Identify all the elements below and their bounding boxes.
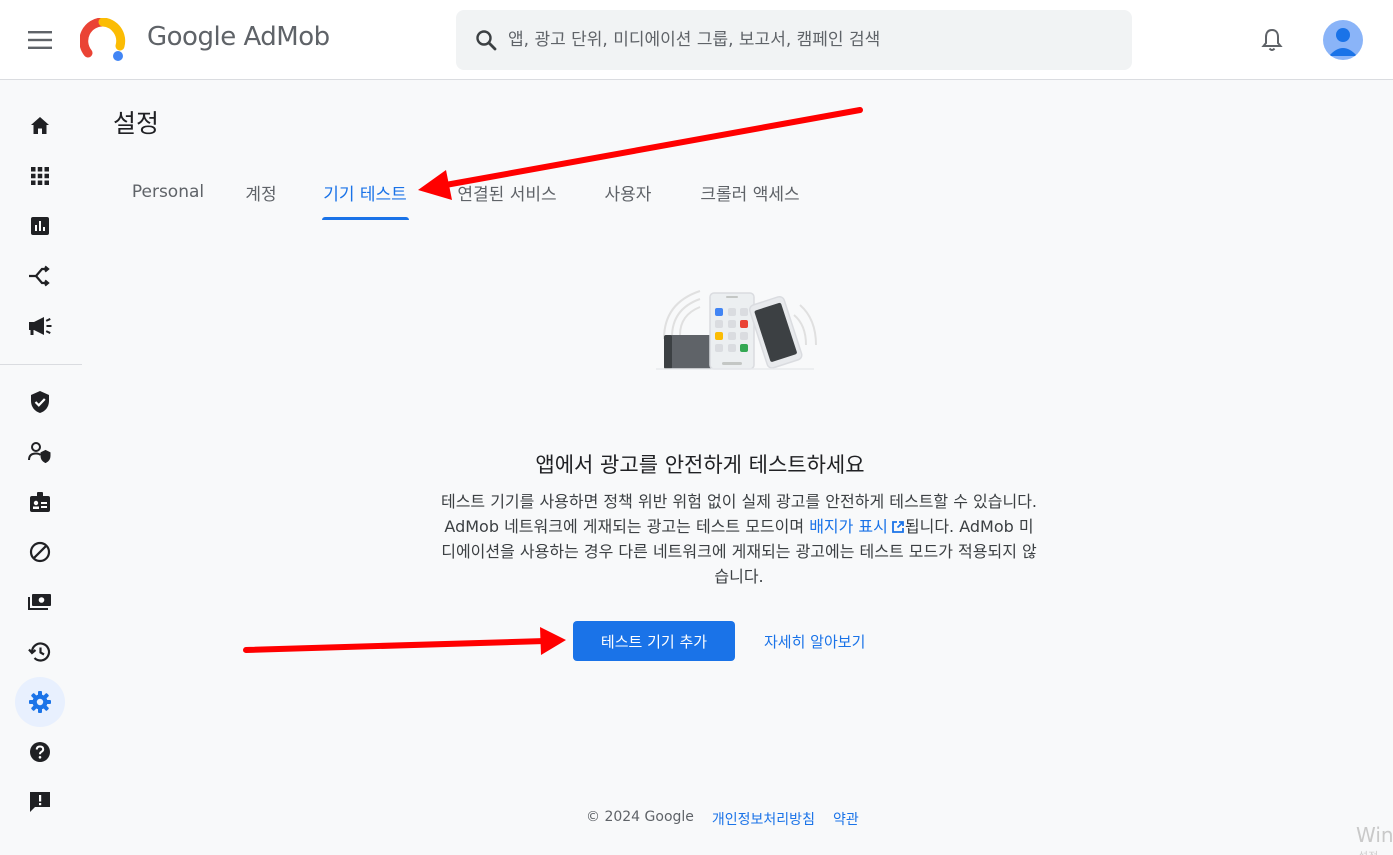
add-test-device-button[interactable]: 테스트 기기 추가 [573,621,735,661]
bar-chart-icon [31,217,49,235]
nav-user-privacy[interactable] [15,427,65,477]
search-bar[interactable] [456,10,1132,70]
badge-icon [30,492,50,512]
footer: © 2024 Google 개인정보처리방침 약관 [586,809,859,829]
nav-apps[interactable] [15,151,65,201]
learn-more-link[interactable]: 자세히 알아보기 [764,631,865,652]
copyright-text: © 2024 Google [586,809,694,825]
brand-name: Google AdMob [147,22,330,52]
open-in-new-icon [891,521,904,533]
top-app-bar: Google AdMob [0,0,1393,80]
menu-icon [28,31,52,49]
mediation-icon [29,265,50,287]
empty-state-title: 앱에서 광고를 안전하게 테스트하세요 [535,453,865,477]
page-title: 설정 [113,109,160,138]
os-watermark: Win [1356,823,1393,847]
tab-users[interactable]: 사용자 [590,166,666,218]
avatar-icon [1329,28,1357,56]
search-icon [476,30,497,51]
payments-icon [28,594,51,610]
feedback-icon [30,792,50,812]
nav-payments[interactable] [15,577,65,627]
home-icon [31,117,49,134]
tab-linked-services[interactable]: 연결된 서비스 [442,166,572,218]
gear-icon [29,691,51,713]
side-navigation [0,81,82,855]
search-input[interactable] [508,30,1068,50]
badge-link-label: 배지가 표시 [809,517,888,536]
bell-icon [1261,28,1283,51]
empty-state-description: 테스트 기기를 사용하면 정책 위반 위험 없이 실제 광고를 안전하게 테스트… [440,489,1038,589]
nav-divider [0,364,82,365]
nav-home[interactable] [15,101,65,151]
active-tab-indicator [322,217,409,220]
arrow-to-add-button [243,627,566,655]
admob-logo-icon [80,18,126,61]
privacy-policy-link[interactable]: 개인정보처리방침 [712,809,815,829]
badge-link[interactable]: 배지가 표시 [809,517,905,536]
nav-mediation[interactable] [15,251,65,301]
apps-grid-icon [31,167,49,185]
nav-settings[interactable] [15,677,65,727]
nav-help[interactable] [15,727,65,777]
person-shield-icon [28,442,51,463]
block-icon [29,541,51,563]
menu-button[interactable] [20,20,60,60]
annotation-arrows [243,107,863,655]
nav-reports[interactable] [15,201,65,251]
terms-link[interactable]: 약관 [833,809,859,829]
help-icon [30,742,50,762]
tab-personal[interactable]: Personal [116,166,220,218]
account-avatar[interactable] [1323,20,1363,60]
nav-policy-center[interactable] [15,477,65,527]
notifications-button[interactable] [1252,20,1292,60]
test-devices-illustration-icon [656,290,817,370]
tab-account[interactable]: 계정 [232,166,290,218]
nav-campaigns[interactable] [15,301,65,351]
os-watermark-sub: 설정 [1358,848,1378,855]
shield-check-icon [31,391,49,413]
history-icon [28,642,51,662]
nav-blocking[interactable] [15,527,65,577]
tab-crawler-access[interactable]: 크롤러 액세스 [682,166,818,218]
nav-feedback[interactable] [15,777,65,827]
tab-test-devices[interactable]: 기기 테스트 [312,166,418,218]
nav-change-history[interactable] [15,627,65,677]
megaphone-icon [29,317,52,335]
nav-privacy[interactable] [15,377,65,427]
